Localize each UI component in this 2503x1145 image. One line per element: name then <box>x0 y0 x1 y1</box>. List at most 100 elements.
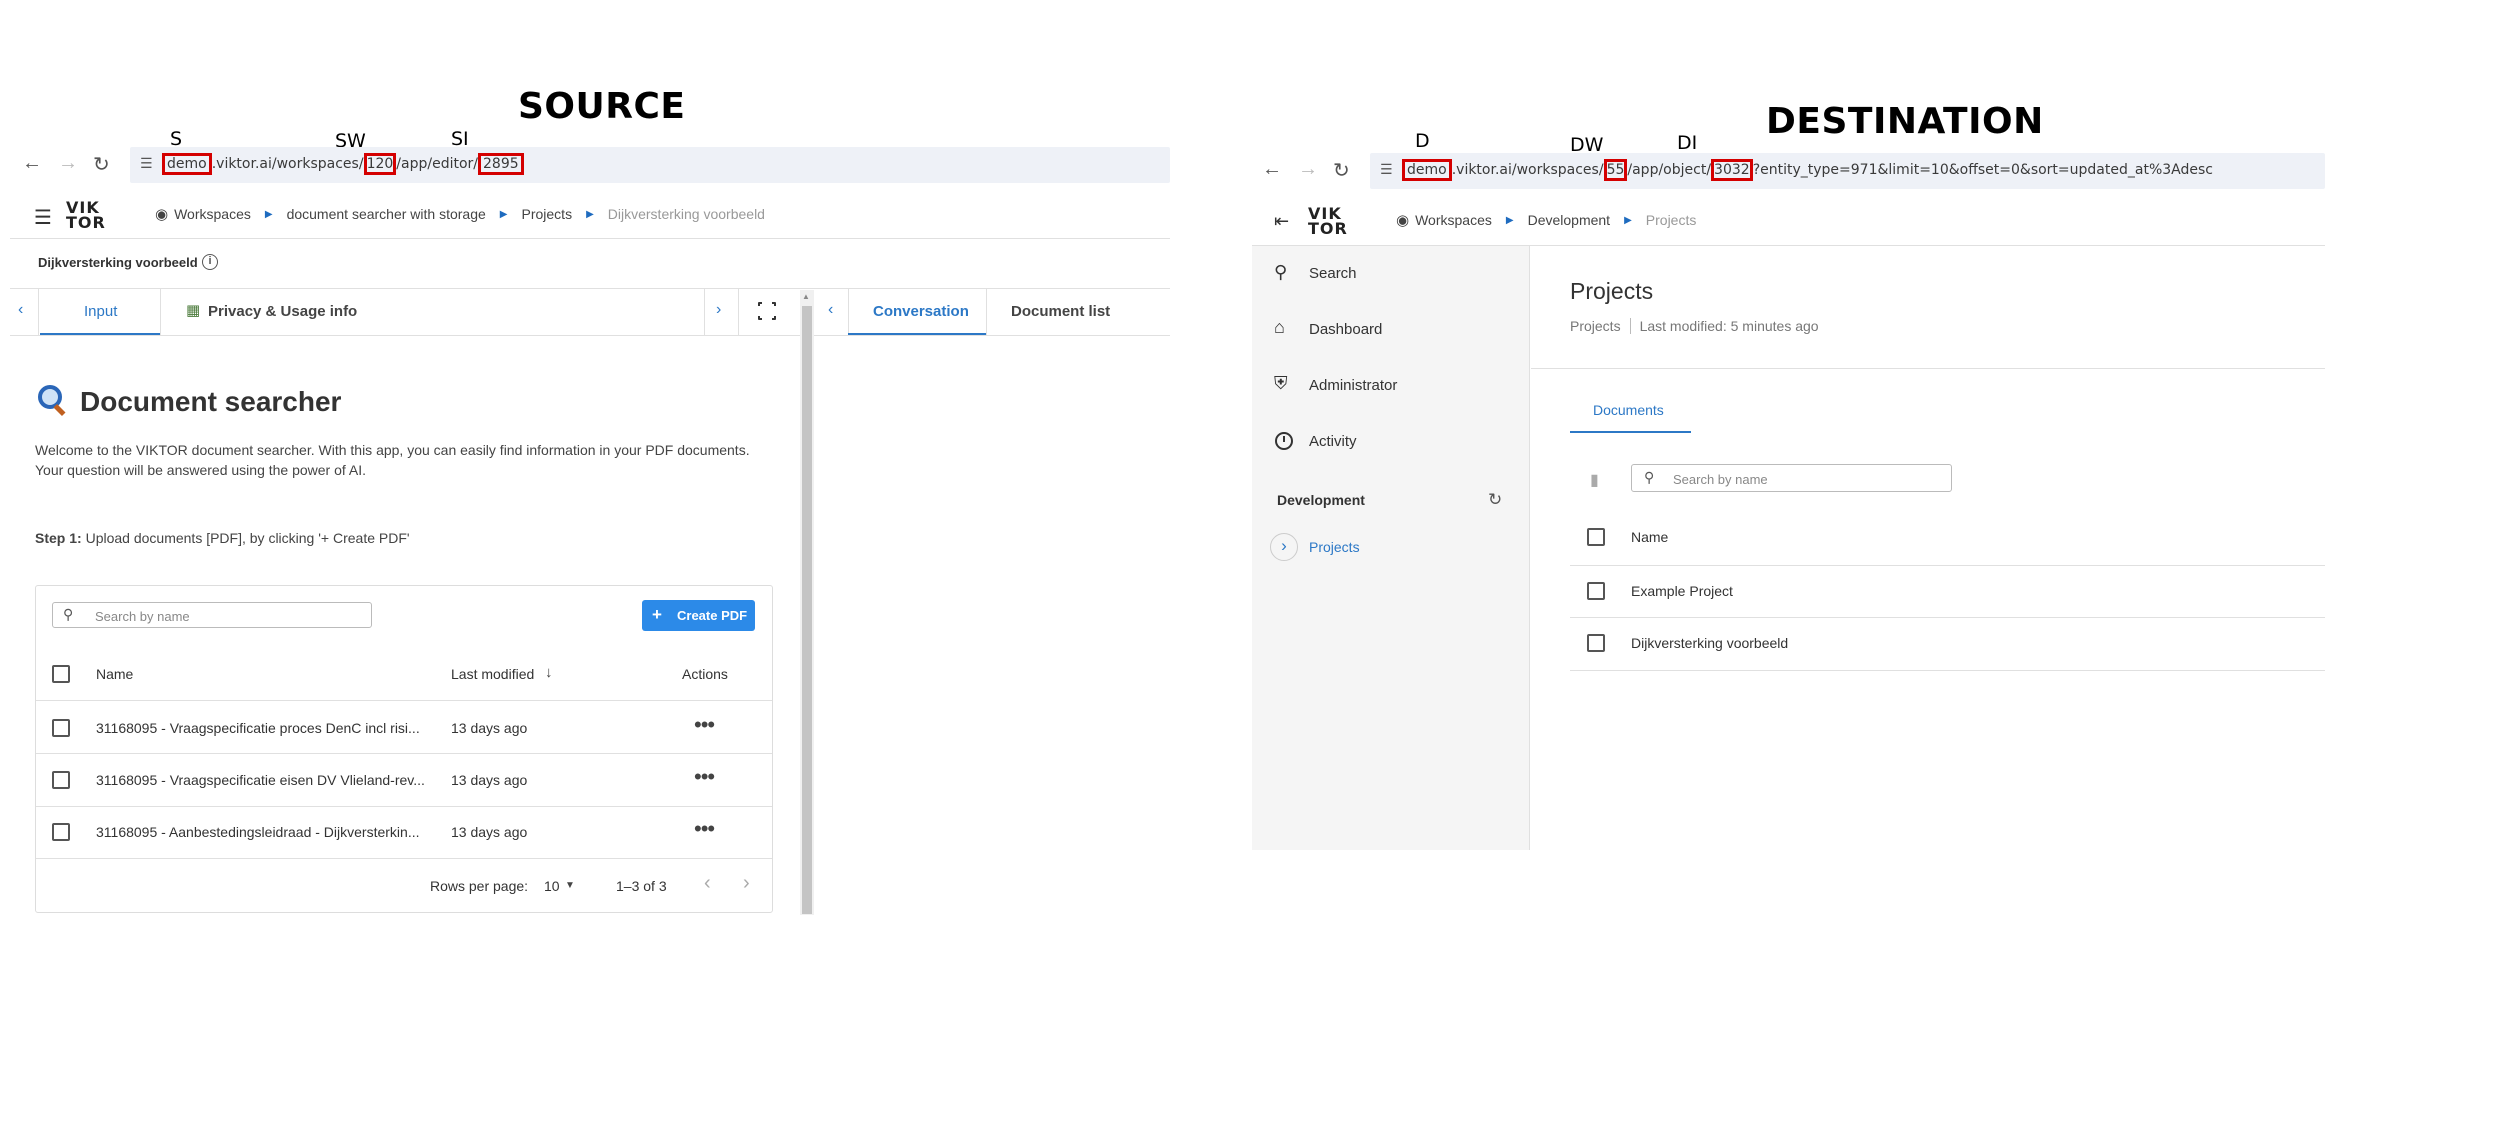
row-checkbox[interactable] <box>52 771 70 789</box>
info-icon[interactable]: i <box>202 254 218 270</box>
page-title: Projects <box>1570 278 1654 304</box>
column-header-name[interactable]: Name <box>1631 529 1668 545</box>
table-row-name[interactable]: Example Project <box>1631 583 1733 599</box>
sidebar-item-search[interactable]: Search <box>1309 265 1357 282</box>
select-all-checkbox[interactable] <box>52 665 70 683</box>
sidebar-section-development: Development <box>1277 492 1365 508</box>
breadcrumb-app[interactable]: document searcher with storage <box>287 206 486 222</box>
viktor-logo[interactable]: VIK TOR <box>1308 206 1348 237</box>
url-part: ?entity_type=971&limit=10&offset=0&sort=… <box>1752 162 2213 178</box>
tab-documents[interactable]: Documents <box>1593 402 1664 418</box>
search-icon: ⚲ <box>1644 469 1655 485</box>
select-all-checkbox[interactable] <box>1587 528 1605 546</box>
row-checkbox[interactable] <box>52 823 70 841</box>
subtitle-type: Projects <box>1570 318 1621 334</box>
more-actions-icon[interactable]: ••• <box>694 816 715 842</box>
forward-icon[interactable]: → <box>58 152 78 175</box>
trash-icon[interactable]: ▮ <box>1590 470 1599 490</box>
sidebar-item-projects[interactable]: Projects <box>1309 539 1360 555</box>
url-id-highlight: 2895 <box>478 153 524 175</box>
sidebar-item-activity[interactable]: Activity <box>1309 433 1357 450</box>
source-address-bar[interactable]: ☰ demo .viktor.ai/workspaces/120/app/edit… <box>130 147 1170 183</box>
tab-input[interactable]: Input <box>84 303 117 320</box>
column-header-last-modified[interactable]: Last modified <box>451 666 534 682</box>
plus-icon: + <box>652 605 662 624</box>
tab-privacy[interactable]: Privacy & Usage info <box>208 303 357 320</box>
search-input[interactable]: ⚲ Search by name <box>1631 464 1952 492</box>
row-checkbox[interactable] <box>1587 582 1605 600</box>
create-pdf-button[interactable]: + Create PDF <box>642 600 755 631</box>
dropdown-caret-icon[interactable]: ▼ <box>565 880 575 891</box>
url-workspace-highlight: 120 <box>363 153 397 175</box>
row-checkbox[interactable] <box>52 719 70 737</box>
sidebar-item-dashboard[interactable]: Dashboard <box>1309 321 1382 338</box>
back-icon[interactable]: ← <box>22 152 42 175</box>
column-header-actions: Actions <box>682 666 728 682</box>
table-row-name[interactable]: Dijkversterking voorbeeld <box>1631 635 1788 651</box>
reload-icon[interactable]: ↻ <box>1333 158 1350 183</box>
site-settings-icon[interactable]: ☰ <box>1380 161 1393 178</box>
breadcrumb: ◉ Workspaces ▶ Development ▶ Projects <box>1396 211 1696 229</box>
sort-down-icon[interactable]: ↓ <box>545 664 553 681</box>
breadcrumb-separator-icon: ▶ <box>586 208 594 220</box>
table-row-modified: 13 days ago <box>451 772 528 788</box>
collapse-menu-icon[interactable]: ⇤ <box>1274 211 1289 232</box>
viktor-logo[interactable]: VIK TOR <box>66 200 106 232</box>
previous-page-icon[interactable]: ‹ <box>704 872 711 895</box>
sidebar-item-administrator[interactable]: Administrator <box>1309 377 1397 394</box>
home-icon: ⌂ <box>1274 317 1285 337</box>
app-title: Document searcher <box>80 386 342 417</box>
documents-table-card <box>35 585 773 913</box>
breadcrumb-separator-icon: ▶ <box>499 208 508 220</box>
marker-d: D <box>1415 130 1430 152</box>
more-actions-icon[interactable]: ••• <box>694 712 715 738</box>
pagination-range: 1–3 of 3 <box>616 878 667 894</box>
page-subtitle: Projects Last modified: 5 minutes ago <box>1570 318 1819 334</box>
table-row-name[interactable]: 31168095 - Aanbestedingsleidraad - Dijkv… <box>96 824 419 840</box>
table-row-name[interactable]: 31168095 - Vraagspecificatie eisen DV Vl… <box>96 772 425 788</box>
intro-text: Welcome to the VIKTOR document searcher.… <box>35 442 750 478</box>
shield-icon: ⛨ <box>1274 373 1288 393</box>
tab-scroll-left-icon[interactable]: ‹ <box>18 301 23 319</box>
expand-chevron-icon[interactable]: › <box>1270 533 1298 561</box>
tab-conversation[interactable]: Conversation <box>873 303 969 320</box>
breadcrumb-development[interactable]: Development <box>1528 212 1611 228</box>
forward-icon[interactable]: → <box>1298 158 1318 181</box>
search-placeholder: Search by name <box>95 609 190 624</box>
site-settings-icon[interactable]: ☰ <box>140 155 153 172</box>
table-row-name[interactable]: 31168095 - Vraagspecificatie proces DenC… <box>96 720 420 736</box>
breadcrumb-projects[interactable]: Projects <box>522 206 573 222</box>
search-input[interactable]: ⚲ Search by name <box>52 602 372 628</box>
tab-active-indicator <box>40 333 160 335</box>
destination-address-bar[interactable]: ☰ demo .viktor.ai/workspaces/55/app/objec… <box>1370 153 2325 189</box>
breadcrumb-workspaces[interactable]: Workspaces <box>174 206 251 222</box>
step-1: Step 1: Upload documents [PDF], by click… <box>35 530 410 546</box>
breadcrumb: ◉ Workspaces ▶ document searcher with st… <box>155 205 765 223</box>
next-page-icon[interactable]: › <box>743 872 750 895</box>
breadcrumb-workspaces[interactable]: Workspaces <box>1415 212 1492 228</box>
tab-scroll-right-icon[interactable]: › <box>716 301 721 319</box>
refresh-icon[interactable]: ↻ <box>1488 490 1502 510</box>
menu-icon[interactable]: ☰ <box>34 205 52 230</box>
table-row-modified: 13 days ago <box>451 720 528 736</box>
rows-per-page-label: Rows per page: <box>430 878 529 894</box>
back-icon[interactable]: ← <box>1262 158 1282 181</box>
search-icon: ⚲ <box>63 606 74 622</box>
row-checkbox[interactable] <box>1587 634 1605 652</box>
books-icon: ▦ <box>186 302 201 319</box>
url-domain-highlight: demo <box>1402 159 1452 181</box>
breadcrumb-separator-icon: ▶ <box>1505 214 1514 226</box>
rows-per-page-select[interactable]: 10 <box>544 878 560 894</box>
column-header-name[interactable]: Name <box>96 666 133 682</box>
more-actions-icon[interactable]: ••• <box>694 764 715 790</box>
marker-di: DI <box>1677 132 1698 154</box>
scrollbar-thumb[interactable] <box>802 306 812 914</box>
url-part: .viktor.ai/workspaces/ <box>211 156 364 172</box>
reload-icon[interactable]: ↻ <box>93 152 110 177</box>
url-part: .viktor.ai/workspaces/ <box>1451 162 1604 178</box>
tab-active-indicator <box>848 333 986 335</box>
search-placeholder: Search by name <box>1673 472 1768 487</box>
logo-line: TOR <box>66 213 106 232</box>
tab-document-list[interactable]: Document list <box>1011 303 1110 320</box>
right-tab-scroll-left-icon[interactable]: ‹ <box>828 301 833 319</box>
